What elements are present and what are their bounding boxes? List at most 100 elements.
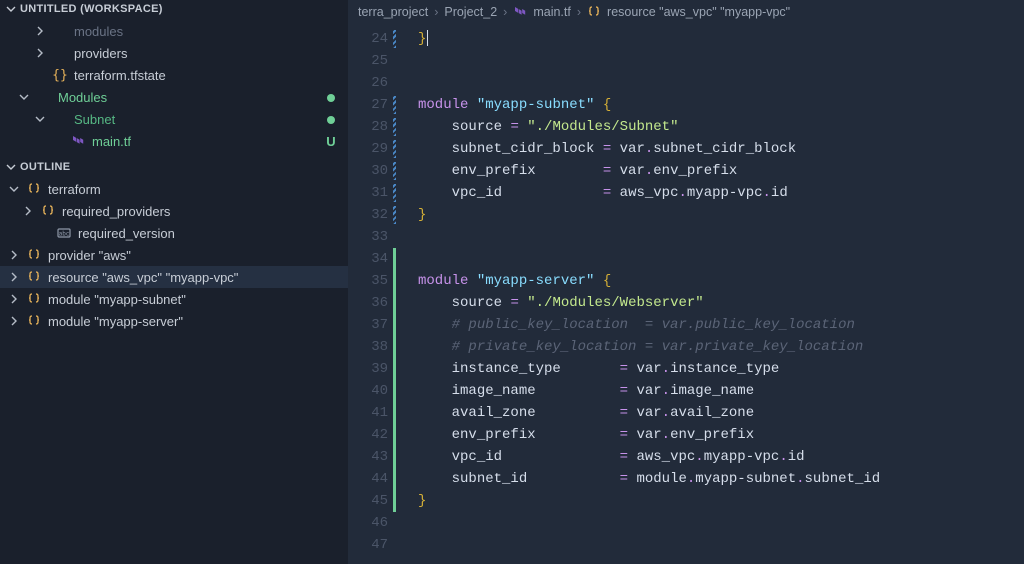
code-line[interactable]: env_prefix = var.env_prefix — [418, 160, 1024, 182]
chevron-right-icon — [34, 26, 46, 36]
explorer-item[interactable]: providers — [0, 42, 348, 64]
code-line[interactable]: instance_type = var.instance_type — [418, 358, 1024, 380]
code-line[interactable]: # public_key_location = var.public_key_l… — [418, 314, 1024, 336]
item-icon: abc — [56, 227, 72, 239]
code-line[interactable] — [418, 50, 1024, 72]
outline-title: OUTLINE — [20, 161, 70, 173]
code-line[interactable] — [418, 226, 1024, 248]
svg-text:abc: abc — [59, 231, 70, 238]
chevron-down-icon — [6, 4, 16, 14]
item-icon — [26, 182, 42, 196]
outline-header[interactable]: OUTLINE — [0, 158, 348, 176]
explorer-item[interactable]: Subnet — [0, 108, 348, 130]
line-number: 35 — [348, 270, 394, 292]
code-line[interactable]: } — [418, 28, 1024, 50]
explorer-item[interactable]: Modules — [0, 86, 348, 108]
explorer-header[interactable]: UNTITLED (WORKSPACE) — [0, 0, 348, 18]
item-label: terraform — [48, 182, 316, 197]
explorer-item[interactable]: main.tf U — [0, 130, 348, 152]
item-label: main.tf — [92, 134, 316, 149]
breadcrumb-separator-icon: › — [503, 5, 507, 19]
chevron-down-icon — [18, 92, 30, 102]
explorer-item[interactable]: modules — [0, 20, 348, 42]
line-number: 30 — [348, 160, 394, 182]
editor: terra_project›Project_2›main.tf›resource… — [348, 0, 1024, 564]
item-label: provider "aws" — [48, 248, 316, 263]
gutter: 2425262728293031323334353637383940414243… — [348, 24, 404, 564]
code-line[interactable]: env_prefix = var.env_prefix — [418, 424, 1024, 446]
outline-item[interactable]: provider "aws" — [0, 244, 348, 266]
chevron-right-icon — [22, 206, 34, 216]
breadcrumb-segment[interactable]: Project_2 — [444, 5, 497, 19]
outline-item[interactable]: terraform — [0, 178, 348, 200]
line-number: 41 — [348, 402, 394, 424]
explorer-item[interactable]: {} terraform.tfstate — [0, 64, 348, 86]
line-number: 44 — [348, 468, 394, 490]
modified-dot-icon — [322, 112, 340, 127]
chevron-right-icon — [8, 316, 20, 326]
code-line[interactable]: image_name = var.image_name — [418, 380, 1024, 402]
breadcrumb[interactable]: terra_project›Project_2›main.tf›resource… — [348, 0, 1024, 24]
code[interactable]: } module "myapp-subnet" { source = "./Mo… — [404, 24, 1024, 564]
code-line[interactable] — [418, 534, 1024, 556]
outline-item[interactable]: abc required_version — [0, 222, 348, 244]
code-line[interactable] — [418, 72, 1024, 94]
line-number: 42 — [348, 424, 394, 446]
item-label: modules — [74, 24, 316, 39]
code-line[interactable] — [418, 512, 1024, 534]
line-number: 36 — [348, 292, 394, 314]
breadcrumb-segment[interactable]: terra_project — [358, 5, 428, 19]
code-line[interactable]: module "myapp-subnet" { — [418, 94, 1024, 116]
item-label: terraform.tfstate — [74, 68, 316, 83]
chevron-down-icon — [34, 114, 46, 124]
line-number: 38 — [348, 336, 394, 358]
item-icon — [26, 314, 42, 328]
line-number: 43 — [348, 446, 394, 468]
code-line[interactable]: } — [418, 490, 1024, 512]
chevron-right-icon — [8, 272, 20, 282]
chevron-right-icon — [34, 48, 46, 58]
code-line[interactable]: subnet_cidr_block = var.subnet_cidr_bloc… — [418, 138, 1024, 160]
terraform-file-icon — [513, 5, 527, 19]
item-label: resource "aws_vpc" "myapp-vpc" — [48, 270, 316, 285]
line-number: 40 — [348, 380, 394, 402]
breadcrumb-segment[interactable]: main.tf — [533, 5, 571, 19]
item-label: required_version — [78, 226, 316, 241]
chevron-down-icon — [8, 184, 20, 194]
code-line[interactable]: # private_key_location = var.private_key… — [418, 336, 1024, 358]
sidebar: UNTITLED (WORKSPACE) modules providers {} t… — [0, 0, 348, 564]
item-label: Modules — [58, 90, 316, 105]
breadcrumb-separator-icon: › — [577, 5, 581, 19]
chevron-right-icon — [8, 294, 20, 304]
code-line[interactable]: source = "./Modules/Subnet" — [418, 116, 1024, 138]
line-number: 37 — [348, 314, 394, 336]
code-line[interactable]: module "myapp-server" { — [418, 270, 1024, 292]
code-line[interactable]: vpc_id = aws_vpc.myapp-vpc.id — [418, 446, 1024, 468]
chevron-right-icon — [8, 250, 20, 260]
line-number: 39 — [348, 358, 394, 380]
line-number: 28 — [348, 116, 394, 138]
code-line[interactable]: source = "./Modules/Webserver" — [418, 292, 1024, 314]
item-label: Subnet — [74, 112, 316, 127]
line-number: 27 — [348, 94, 394, 116]
outline-item[interactable]: module "myapp-subnet" — [0, 288, 348, 310]
chevron-down-icon — [6, 162, 16, 172]
outline-item[interactable]: required_providers — [0, 200, 348, 222]
outline-item[interactable]: module "myapp-server" — [0, 310, 348, 332]
code-line[interactable]: avail_zone = var.avail_zone — [418, 402, 1024, 424]
line-number: 34 — [348, 248, 394, 270]
code-line[interactable]: vpc_id = aws_vpc.myapp-vpc.id — [418, 182, 1024, 204]
line-number: 47 — [348, 534, 394, 556]
outline-item[interactable]: resource "aws_vpc" "myapp-vpc" — [0, 266, 348, 288]
item-icon: {} — [52, 68, 68, 83]
code-line[interactable]: subnet_id = module.myapp-subnet.subnet_i… — [418, 468, 1024, 490]
line-number: 29 — [348, 138, 394, 160]
breadcrumb-segment[interactable]: resource "aws_vpc" "myapp-vpc" — [607, 5, 790, 19]
untracked-badge: U — [322, 134, 340, 149]
outline-tree: terraform required_providersabc required_v… — [0, 176, 348, 338]
item-label: module "myapp-server" — [48, 314, 316, 329]
code-line[interactable] — [418, 248, 1024, 270]
code-area[interactable]: 2425262728293031323334353637383940414243… — [348, 24, 1024, 564]
code-line[interactable]: } — [418, 204, 1024, 226]
symbol-icon — [587, 5, 601, 19]
